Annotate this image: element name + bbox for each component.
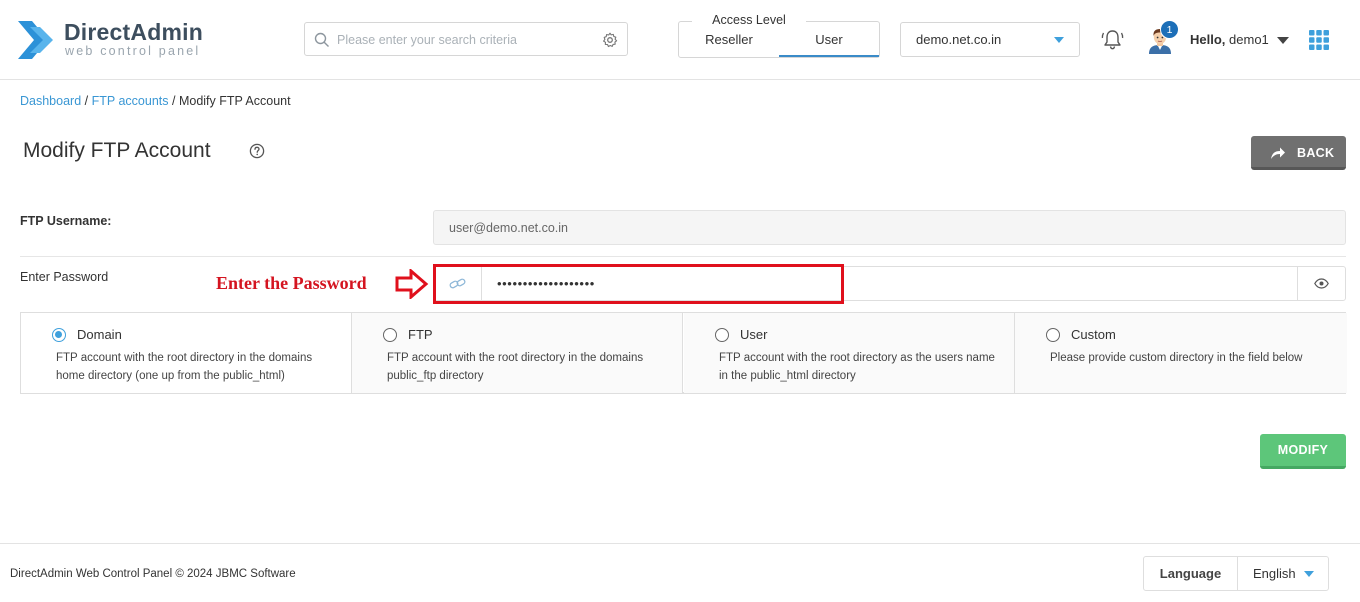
search-icon [314,32,329,47]
search-box [304,22,628,56]
breadcrumb: Dashboard / FTP accounts / Modify FTP Ac… [20,94,291,108]
breadcrumb-separator: / [84,94,89,108]
tab-reseller[interactable]: Reseller [679,31,779,57]
directory-options: Domain FTP account with the root directo… [20,312,1347,394]
directory-option-ftp[interactable]: FTP FTP account with the root directory … [352,313,683,393]
domain-select[interactable]: demo.net.co.in [900,22,1080,57]
footer-copyright: DirectAdmin Web Control Panel © 2024 JBM… [10,568,296,580]
language-label: Language [1144,557,1238,590]
option-description: FTP account with the root directory in t… [56,352,313,382]
back-button[interactable]: BACK [1251,136,1346,170]
ftp-username-value: user@demo.net.co.in [449,221,569,235]
language-value: English [1253,566,1296,581]
password-label: Enter Password [20,270,109,284]
ftp-username-field: user@demo.net.co.in [433,210,1346,245]
radio-domain[interactable] [52,328,66,342]
top-header: DirectAdmin web control panel Access Lev… [0,0,1360,80]
bell-icon[interactable] [1100,27,1125,52]
chevron-down-icon [1304,571,1314,577]
directadmin-logo[interactable]: DirectAdmin web control panel [18,16,218,64]
settings-gear-icon[interactable] [602,32,618,48]
eye-icon [1314,278,1329,289]
logo-title: DirectAdmin [64,19,203,45]
option-title: Domain [77,327,122,342]
option-description: FTP account with the root directory in t… [387,352,644,382]
logo-subtitle: web control panel [65,44,201,58]
breadcrumb-current: Modify FTP Account [178,94,291,108]
annotation-text: Enter the Password [216,273,367,293]
radio-user[interactable] [715,328,729,342]
logo-chevron-icon [18,21,53,59]
back-arrow-icon [1271,147,1285,159]
option-title: Custom [1071,327,1116,342]
option-title: FTP [408,327,433,342]
username-text: demo1 [1229,32,1269,47]
directory-option-user[interactable]: User FTP account with the root directory… [684,313,1015,393]
modify-button[interactable]: MODIFY [1260,434,1346,469]
page-title: Modify FTP Account [23,139,211,162]
user-menu-chevron-down-icon[interactable] [1277,37,1289,44]
option-description: Please provide custom directory in the f… [1050,352,1303,364]
back-button-label: BACK [1297,146,1335,160]
show-password-button[interactable] [1297,267,1345,300]
notification-badge: 1 [1160,20,1179,39]
greeting-text: Hello, [1190,32,1226,47]
breadcrumb-separator: / [171,94,176,108]
annotation-arrow-icon [395,269,429,299]
user-greeting[interactable]: Hello, demo1 [1190,32,1269,47]
domain-select-value: demo.net.co.in [916,32,1002,47]
directory-option-domain[interactable]: Domain FTP account with the root directo… [21,313,352,393]
form-divider [20,256,1346,257]
language-select[interactable]: Language English [1143,556,1329,591]
breadcrumb-dashboard[interactable]: Dashboard [20,94,81,108]
radio-ftp[interactable] [383,328,397,342]
tab-user[interactable]: User [779,31,879,57]
access-level-label: Access Level [692,13,806,27]
option-title: User [740,327,768,342]
search-input[interactable] [337,30,597,50]
footer: DirectAdmin Web Control Panel © 2024 JBM… [0,543,1360,602]
breadcrumb-ftp-accounts[interactable]: FTP accounts [92,94,169,108]
access-level-switch: Access Level Reseller User [678,12,880,58]
option-description: FTP account with the root directory as t… [719,352,995,382]
annotation-highlight-box [433,264,844,304]
apps-grid-icon[interactable] [1309,30,1329,50]
help-question-icon[interactable] [249,143,265,159]
directory-option-custom[interactable]: Custom Please provide custom directory i… [1015,313,1347,393]
radio-custom[interactable] [1046,328,1060,342]
chevron-down-icon [1054,37,1064,43]
ftp-username-label: FTP Username: [20,214,112,228]
